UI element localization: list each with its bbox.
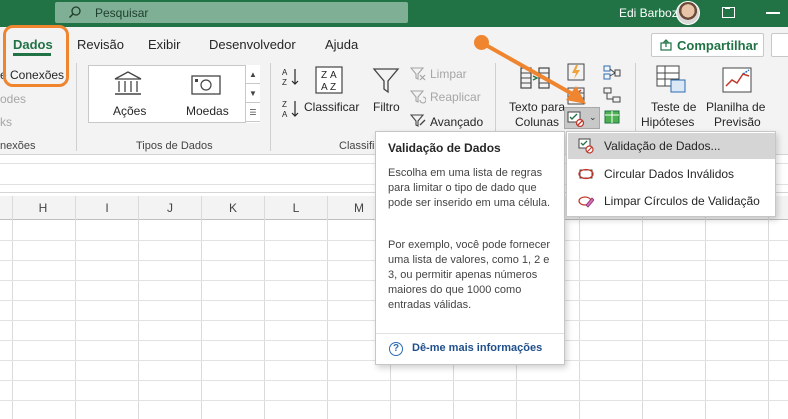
grid-line — [75, 196, 76, 419]
svg-text:A: A — [330, 70, 337, 81]
ribbon-display-icon[interactable] — [722, 7, 735, 18]
tab-exibir[interactable]: Exibir — [148, 37, 181, 52]
clear-button: Limpar — [430, 67, 467, 81]
currency-icon — [191, 75, 221, 95]
reapply-icon — [410, 90, 426, 104]
svg-text:Z: Z — [330, 82, 336, 93]
data-validation-menu: Validação de Dados... Circular Dados Inv… — [566, 131, 776, 217]
forecast-sheet-icon — [722, 67, 752, 93]
tooltip-divider — [376, 333, 564, 334]
tooltip-title: Validação de Dados — [388, 141, 501, 155]
column-header-h[interactable]: H — [33, 201, 53, 215]
title-bar: Pesquisar Edi Barboza — [0, 0, 788, 27]
what-if-icon — [656, 65, 686, 93]
share-icon — [660, 39, 672, 51]
reapply-button: Reaplicar — [430, 90, 481, 104]
share-button[interactable]: Compartilhar — [651, 33, 764, 57]
minimize-icon[interactable] — [766, 12, 780, 14]
forecast-sheet-label-1[interactable]: Planilha de — [706, 100, 765, 114]
forecast-sheet-label-2[interactable]: Previsão — [714, 115, 761, 129]
currencies-button[interactable]: Moedas — [186, 104, 229, 118]
edit-links-button[interactable]: ks — [0, 115, 12, 129]
column-header-i[interactable]: I — [97, 201, 117, 215]
grid-line — [0, 400, 788, 401]
separator — [270, 63, 271, 151]
share-label: Compartilhar — [677, 38, 758, 53]
sort-dialog-icon: Z AA Z — [315, 66, 343, 94]
data-validation-icon — [578, 138, 594, 154]
menu-item-data-validation[interactable]: Validação de Dados... — [568, 133, 775, 159]
bank-icon — [114, 71, 142, 95]
relationships-icon — [603, 87, 621, 103]
clear-circles-icon — [578, 196, 594, 208]
classify-button[interactable]: Classificar — [304, 100, 359, 114]
svg-text:A: A — [321, 82, 328, 93]
tab-desenvolvedor[interactable]: Desenvolvedor — [209, 37, 296, 52]
separator — [76, 63, 77, 151]
column-header-j[interactable]: J — [160, 201, 180, 215]
what-if-label-1[interactable]: Teste de — [651, 100, 696, 114]
consolidate-icon — [603, 65, 621, 80]
comments-button[interactable] — [771, 33, 788, 57]
column-header-k[interactable]: K — [223, 201, 243, 215]
group-label-sort-filter: Classifi — [339, 140, 375, 152]
clear-filter-icon — [410, 67, 426, 81]
tooltip-example: Por exemplo, você pode fornecer uma list… — [388, 239, 551, 311]
menu-item-clear-circles[interactable]: Limpar Círculos de Validação — [568, 188, 775, 214]
tooltip-description: Escolha em uma lista de regras para limi… — [388, 167, 551, 209]
annotation-highlight — [3, 25, 69, 87]
column-header-l[interactable]: L — [286, 201, 306, 215]
what-if-label-2[interactable]: Hipóteses — [641, 115, 694, 129]
svg-text:Z: Z — [321, 70, 327, 81]
properties-button[interactable]: odes — [0, 92, 26, 106]
search-placeholder: Pesquisar — [95, 6, 149, 20]
menu-item-label: Validação de Dados... — [604, 139, 721, 153]
svg-text:A: A — [282, 68, 288, 77]
stocks-button[interactable]: Ações — [113, 104, 146, 118]
grid-line — [327, 196, 328, 419]
grid-line — [705, 196, 706, 419]
search-icon — [68, 6, 81, 19]
svg-text:Z: Z — [282, 100, 287, 109]
advanced-filter-icon — [410, 114, 426, 127]
menu-item-circle-invalid[interactable]: Circular Dados Inválidos — [568, 161, 775, 187]
gallery-scroll[interactable]: ▲ ▼ ☰ — [245, 65, 260, 123]
grid-line — [0, 380, 788, 381]
grid-line — [138, 196, 139, 419]
circle-invalid-icon — [578, 168, 594, 180]
tab-ajuda[interactable]: Ajuda — [325, 37, 358, 52]
grid-line — [768, 196, 769, 419]
filter-button[interactable]: Filtro — [373, 100, 400, 114]
grid-line — [579, 196, 580, 419]
data-validation-tooltip: Validação de Dados Escolha em uma lista … — [375, 131, 565, 365]
advanced-button[interactable]: Avançado — [430, 115, 483, 129]
sort-za-icon: ZA — [282, 100, 299, 119]
help-icon[interactable]: ? — [389, 342, 403, 356]
column-header-m[interactable]: M — [349, 201, 369, 215]
filter-icon — [372, 68, 400, 94]
svg-text:Z: Z — [282, 78, 287, 87]
menu-item-label: Circular Dados Inválidos — [604, 167, 735, 181]
sort-az-icon: AZ — [282, 68, 299, 87]
search-box[interactable]: Pesquisar — [55, 2, 408, 23]
grid-line — [642, 196, 643, 419]
group-label-connections: nexões — [0, 140, 36, 152]
menu-item-label: Limpar Círculos de Validação — [604, 194, 760, 208]
user-name[interactable]: Edi Barboza — [619, 6, 684, 20]
tooltip-help-link[interactable]: Dê-me mais informações — [412, 342, 542, 354]
group-label-data-types: Tipos de Dados — [136, 140, 213, 152]
grid-line — [12, 196, 13, 419]
data-model-icon — [604, 110, 620, 124]
grid-line — [201, 196, 202, 419]
annotation-arrow-icon — [482, 42, 586, 104]
svg-text:A: A — [282, 110, 288, 119]
tab-revisao[interactable]: Revisão — [77, 37, 124, 52]
avatar[interactable] — [676, 1, 700, 25]
grid-line — [264, 196, 265, 419]
